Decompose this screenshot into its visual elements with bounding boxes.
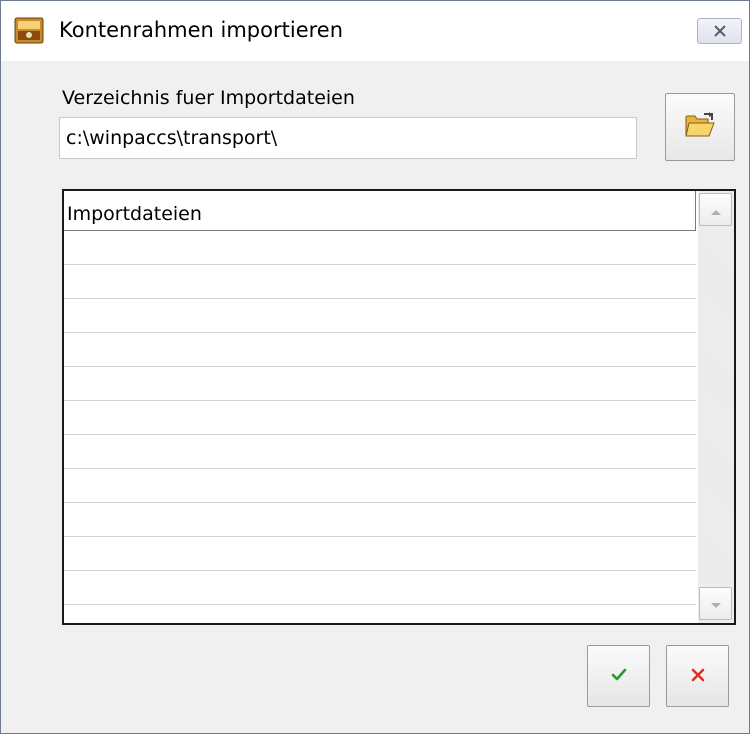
vertical-scrollbar[interactable] xyxy=(698,191,734,623)
list-row[interactable] xyxy=(64,333,696,367)
list-row[interactable] xyxy=(64,265,696,299)
close-button[interactable] xyxy=(697,18,742,44)
list-row[interactable] xyxy=(64,503,696,537)
list-row[interactable] xyxy=(64,537,696,571)
close-icon xyxy=(713,20,727,42)
window-title: Kontenrahmen importieren xyxy=(59,18,344,42)
browse-folder-button[interactable] xyxy=(665,93,735,161)
dialog-body: Verzeichnis fuer Importdateien Importdat… xyxy=(11,61,743,725)
folder-open-icon xyxy=(684,111,716,144)
title-bar: Kontenrahmen importieren xyxy=(1,1,749,61)
list-row[interactable] xyxy=(64,231,696,265)
arrow-up-icon xyxy=(710,199,722,221)
column-header-label: Importdateien xyxy=(67,203,202,225)
cancel-button[interactable] xyxy=(666,645,729,707)
import-files-list[interactable]: Importdateien xyxy=(62,189,736,625)
column-header-importdateien[interactable]: Importdateien xyxy=(64,191,696,231)
directory-input[interactable] xyxy=(59,117,637,159)
list-row[interactable] xyxy=(64,401,696,435)
directory-label: Verzeichnis fuer Importdateien xyxy=(62,87,355,109)
x-icon xyxy=(691,665,705,687)
list-rows xyxy=(64,231,696,623)
scroll-up-button[interactable] xyxy=(699,193,732,226)
app-icon xyxy=(14,17,44,44)
list-row[interactable] xyxy=(64,469,696,503)
ok-button[interactable] xyxy=(587,645,650,707)
list-row[interactable] xyxy=(64,435,696,469)
arrow-down-icon xyxy=(710,593,722,615)
dialog-window: Kontenrahmen importieren Verzeichnis fue… xyxy=(0,0,750,734)
list-row[interactable] xyxy=(64,571,696,605)
list-row[interactable] xyxy=(64,605,696,623)
checkmark-icon xyxy=(611,665,627,687)
list-row[interactable] xyxy=(64,299,696,333)
list-row[interactable] xyxy=(64,367,696,401)
scroll-down-button[interactable] xyxy=(699,587,732,620)
